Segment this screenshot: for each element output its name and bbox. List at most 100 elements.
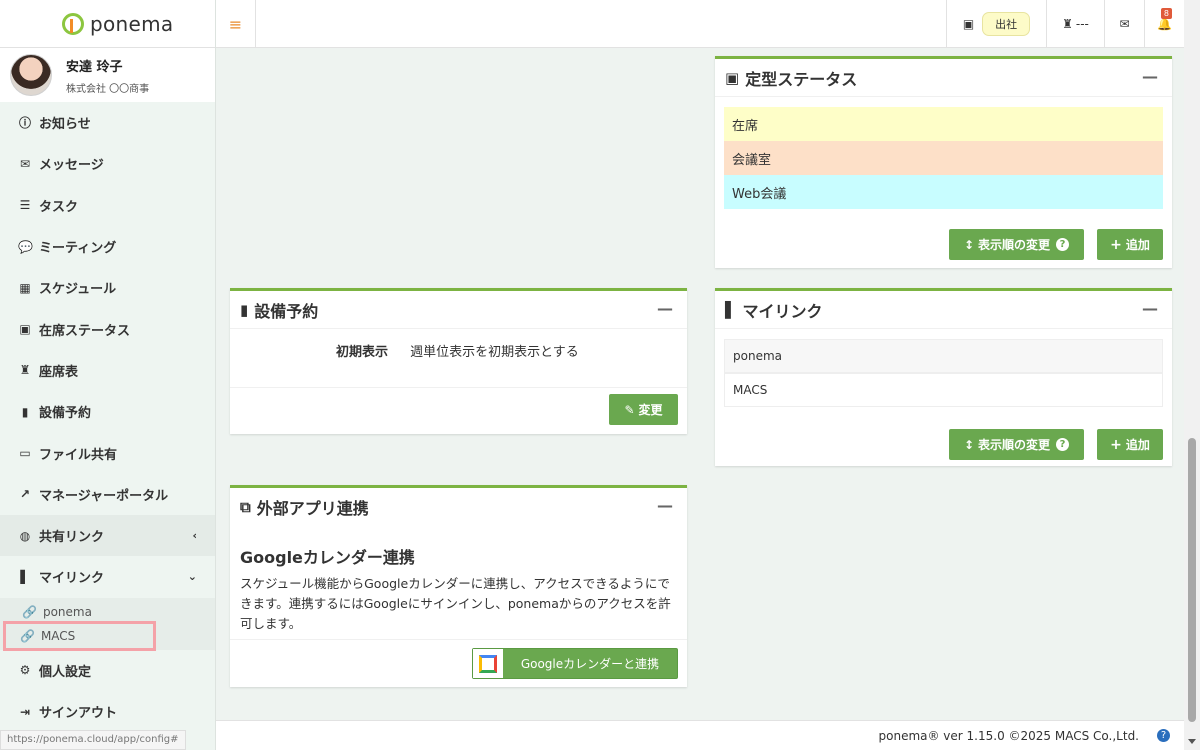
mylink-card-header: ▌ マイリンク — xyxy=(715,291,1172,329)
scroll-down-icon[interactable] xyxy=(1188,739,1196,744)
status-add-button[interactable]: + 追加 xyxy=(1097,229,1163,260)
facility-change-button[interactable]: ✎ 変更 xyxy=(609,394,678,425)
google-calendar-connect-button[interactable]: Googleカレンダーと連携 xyxy=(472,648,678,679)
mylink-reorder-button[interactable]: ↕ 表示順の変更? xyxy=(949,429,1084,460)
notification-count-badge: 8 xyxy=(1160,8,1172,19)
sidebar-item-seating[interactable]: ♜ 座席表 xyxy=(0,350,215,391)
topbar: ≡ ▣ 出社 ♜ --- ✉ 🔔 8 xyxy=(216,0,1184,48)
brand-name: ponema xyxy=(90,11,174,36)
chevron-down-icon: ⌄ xyxy=(187,570,197,584)
facility-setting-label: 初期表示 xyxy=(336,345,389,360)
messages-button[interactable]: ✉ xyxy=(1104,0,1144,48)
globe-icon: ◍ xyxy=(19,528,31,543)
sidebar-item-schedule[interactable]: ▦ スケジュール xyxy=(0,267,215,308)
divider xyxy=(230,387,687,388)
attendance-status[interactable]: ▣ 出社 xyxy=(946,0,1046,48)
sidebar: ponema 安達 玲子 株式会社 〇〇商事 ⓘ お知らせ ✉ メッセージ ☰ タスク… xyxy=(0,0,216,750)
signout-icon: ⇥ xyxy=(19,704,31,719)
mylink-row[interactable]: MACS xyxy=(724,373,1163,407)
external-link-icon: ⧉ xyxy=(240,498,251,516)
mylink-submenu: 🔗 ponema 🔗 MACS xyxy=(0,597,215,651)
presence-icon: ▣ xyxy=(962,17,975,31)
footer-version: ponema® ver 1.15.0 ©2025 MACS Co.,Ltd. xyxy=(878,728,1140,743)
door-icon: ▮ xyxy=(240,300,249,319)
chat-icon: 💬 xyxy=(18,239,33,254)
status-row[interactable]: Web会議 xyxy=(724,175,1163,209)
avatar xyxy=(10,54,52,96)
status-row[interactable]: 在席 xyxy=(724,107,1163,141)
minimize-icon[interactable]: — xyxy=(1142,67,1158,86)
external-app-card: ⧉ 外部アプリ連携 — Googleカレンダー連携 スケジュール機能からGoog… xyxy=(230,485,687,687)
facility-setting-value: 週単位表示を初期表示とする xyxy=(410,345,579,360)
help-icon: ? xyxy=(1056,438,1070,451)
plus-icon: + xyxy=(1110,436,1122,453)
minimize-icon[interactable]: — xyxy=(657,496,673,515)
sidebar-item-mylinks[interactable]: ▌ マイリンク ⌄ xyxy=(0,556,215,598)
ponema-logo-icon xyxy=(62,12,84,35)
sidebar-item-manager-portal[interactable]: ↗ マネージャーポータル xyxy=(0,474,215,515)
bell-icon: 🔔 xyxy=(1157,17,1172,31)
mylink-add-button[interactable]: + 追加 xyxy=(1097,429,1163,460)
mylink-row[interactable]: ponema xyxy=(724,339,1163,373)
task-list-icon: ☰ xyxy=(19,198,31,213)
seat-status[interactable]: ♜ --- xyxy=(1046,0,1104,48)
sidebar-item-facility[interactable]: ▮ 設備予約 xyxy=(0,391,215,432)
chevron-left-icon: ‹ xyxy=(192,529,197,543)
facility-card: ▮ 設備予約 — 初期表示 週単位表示を初期表示とする ✎ 変更 xyxy=(230,288,687,434)
info-icon: ⓘ xyxy=(18,116,31,131)
presence-icon: ▣ xyxy=(19,322,31,337)
notifications-button[interactable]: 🔔 8 xyxy=(1144,0,1184,48)
chart-icon: ↗ xyxy=(19,487,31,502)
status-reorder-button[interactable]: ↕ 表示順の変更? xyxy=(949,229,1084,260)
help-icon[interactable]: ? xyxy=(1157,729,1170,742)
door-icon: ▮ xyxy=(21,404,29,419)
sidebar-item-signout[interactable]: ⇥ サインアウト xyxy=(0,691,215,732)
link-icon: 🔗 xyxy=(20,628,35,643)
link-icon: 🔗 xyxy=(22,604,37,619)
google-calendar-description: スケジュール機能からGoogleカレンダーに連携し、アクセスできるようにできます… xyxy=(240,576,671,631)
scrollbar-thumb[interactable] xyxy=(1188,438,1196,722)
brand[interactable]: ponema xyxy=(0,0,215,48)
external-card-header: ⧉ 外部アプリ連携 — xyxy=(240,496,673,518)
status-card-header: ▣ 定型ステータス — xyxy=(715,59,1172,97)
sidebar-item-files[interactable]: ▭ ファイル共有 xyxy=(0,432,215,473)
folder-icon: ▭ xyxy=(19,446,31,461)
presence-icon: ▣ xyxy=(725,68,740,87)
gear-icon: ⚙ xyxy=(19,663,31,678)
plus-icon: + xyxy=(1110,236,1122,253)
sidebar-item-shared-links[interactable]: ◍ 共有リンク ‹ xyxy=(0,514,215,557)
sidebar-item-messages[interactable]: ✉ メッセージ xyxy=(0,143,215,184)
bookmark-icon: ▌ xyxy=(20,569,30,584)
user-name: 安達 玲子 xyxy=(66,59,123,75)
seat-icon: ♜ xyxy=(1062,17,1073,31)
attendance-badge: 出社 xyxy=(982,12,1031,36)
status-list: 在席 会議室 Web会議 xyxy=(715,97,1172,209)
scrollbar[interactable] xyxy=(1184,0,1200,750)
mylink-card: ▌ マイリンク — ponema MACS ↕ 表示順の変更? + 追加 xyxy=(715,288,1172,466)
user-company: 株式会社 〇〇商事 xyxy=(66,83,150,95)
help-icon: ? xyxy=(1056,238,1070,251)
sidebar-item-settings[interactable]: ⚙ 個人設定 xyxy=(0,650,215,691)
sidebar-item-tasks[interactable]: ☰ タスク xyxy=(0,185,215,226)
mail-icon: ✉ xyxy=(19,156,31,171)
mail-icon: ✉ xyxy=(1119,17,1130,31)
sidebar-item-presence[interactable]: ▣ 在席ステータス xyxy=(0,308,215,349)
minimize-icon[interactable]: — xyxy=(657,299,673,318)
sort-icon: ↕ xyxy=(963,437,975,452)
footer: ponema® ver 1.15.0 ©2025 MACS Co.,Ltd. ? xyxy=(216,720,1184,750)
facility-card-header: ▮ 設備予約 — xyxy=(230,291,687,329)
status-card: ▣ 定型ステータス — 在席 会議室 Web会議 ↕ 表示順の変更? + 追加 xyxy=(715,56,1172,268)
divider xyxy=(230,639,687,640)
browser-status-url: https://ponema.cloud/app/config# xyxy=(0,730,186,750)
status-row[interactable]: 会議室 xyxy=(724,141,1163,175)
seat-icon: ♜ xyxy=(19,363,31,378)
user-profile[interactable]: 安達 玲子 株式会社 〇〇商事 xyxy=(0,48,215,102)
sidebar-mylink-macs[interactable]: 🔗 MACS xyxy=(3,620,156,651)
sidebar-mylink-ponema[interactable]: 🔗 ponema xyxy=(0,600,215,624)
sidebar-item-notices[interactable]: ⓘ お知らせ xyxy=(0,102,215,143)
sidebar-item-meetings[interactable]: 💬 ミーティング xyxy=(0,226,215,267)
hamburger-menu-icon[interactable]: ≡ xyxy=(216,0,256,48)
sort-icon: ↕ xyxy=(963,237,975,252)
mylink-list: ponema MACS xyxy=(715,329,1172,407)
minimize-icon[interactable]: — xyxy=(1142,299,1158,318)
